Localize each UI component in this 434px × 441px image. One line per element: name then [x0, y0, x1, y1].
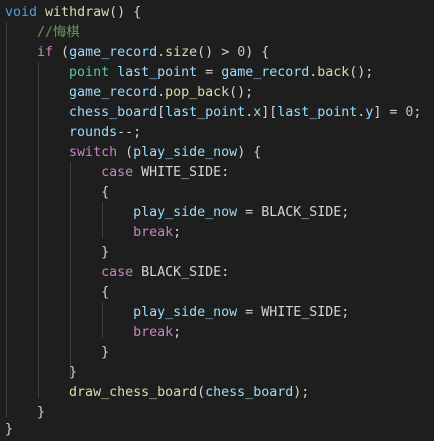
variable: play_side_now — [133, 305, 238, 320]
keyword: break — [133, 325, 174, 340]
punctuation: ( — [197, 385, 206, 400]
punctuation: . — [245, 105, 254, 120]
keyword: case — [101, 265, 134, 280]
variable: game_record — [221, 65, 310, 80]
code-line: rounds--; — [5, 123, 141, 143]
function-call: size — [165, 45, 198, 60]
comment: //悔棋 — [37, 25, 80, 40]
variable: rounds — [69, 125, 118, 140]
punctuation: ] = — [373, 105, 406, 120]
function-name: withdraw — [45, 5, 110, 20]
punctuation: ) { — [245, 45, 270, 60]
punctuation: ; — [341, 205, 350, 220]
code-line: break; — [5, 223, 181, 243]
punctuation: = — [237, 205, 262, 220]
code-line: } — [5, 343, 109, 363]
punctuation: (); — [229, 85, 254, 100]
punctuation: ; — [341, 305, 350, 320]
punctuation: ][ — [261, 105, 278, 120]
punctuation: . — [157, 85, 166, 100]
brace: } — [37, 405, 46, 420]
code-line: } — [5, 363, 77, 383]
keyword: void — [5, 5, 38, 20]
punctuation: = — [237, 305, 262, 320]
punctuation: --; — [117, 125, 142, 140]
keyword: case — [101, 165, 134, 180]
punctuation: (); — [349, 65, 374, 80]
code-line: chess_board[last_point.x][last_point.y] … — [5, 103, 421, 123]
brace: } — [101, 245, 110, 260]
variable: last_point — [277, 105, 358, 120]
code-line: { — [5, 183, 109, 203]
variable: chess_board — [69, 105, 158, 120]
punctuation: ( — [117, 145, 134, 160]
punctuation: ) { — [237, 145, 262, 160]
code-line: void withdraw() { — [5, 3, 141, 23]
code-line: case WHITE_SIDE: — [5, 163, 229, 183]
punctuation: ; — [173, 325, 182, 340]
code-line: if (game_record.size() > 0) { — [5, 43, 269, 63]
macro: WHITE_SIDE — [141, 165, 222, 180]
function-call: pop_back — [165, 85, 230, 100]
brace: } — [69, 365, 78, 380]
type-name: point — [69, 65, 110, 80]
keyword: if — [37, 45, 54, 60]
variable: game_record — [69, 85, 158, 100]
code-line: game_record.pop_back(); — [5, 83, 253, 103]
punctuation: : — [221, 165, 230, 180]
punctuation: . — [157, 45, 166, 60]
brace: } — [101, 345, 110, 360]
variable: last_point — [165, 105, 246, 120]
code-line: break; — [5, 323, 181, 343]
function-call: back — [317, 65, 350, 80]
keyword: switch — [69, 145, 118, 160]
code-editor[interactable]: void withdraw() { //悔棋 if (game_record.s… — [0, 0, 434, 441]
variable: play_side_now — [133, 145, 238, 160]
code-line: { — [5, 283, 109, 303]
macro: WHITE_SIDE — [261, 305, 342, 320]
punctuation: () > — [197, 45, 238, 60]
punctuation: () { — [109, 5, 142, 20]
code-line: case BLACK_SIDE: — [5, 263, 229, 283]
brace: { — [101, 185, 110, 200]
punctuation: ); — [293, 385, 310, 400]
code-line: //悔棋 — [5, 23, 80, 43]
code-line: play_side_now = WHITE_SIDE; — [5, 303, 349, 323]
code-line: } — [5, 420, 13, 440]
punctuation: ; — [413, 105, 422, 120]
variable: play_side_now — [133, 205, 238, 220]
function-call: draw_chess_board — [69, 385, 198, 400]
punctuation: ( — [53, 45, 70, 60]
brace: } — [5, 422, 14, 437]
code-line: } — [5, 243, 109, 263]
code-line: point last_point = game_record.back(); — [5, 63, 373, 83]
variable: chess_board — [205, 385, 294, 400]
punctuation: [ — [157, 105, 166, 120]
keyword: break — [133, 225, 174, 240]
macro: BLACK_SIDE — [261, 205, 342, 220]
variable: last_point — [117, 65, 198, 80]
code-line: switch (play_side_now) { — [5, 143, 261, 163]
code-line: play_side_now = BLACK_SIDE; — [5, 203, 349, 223]
code-line: draw_chess_board(chess_board); — [5, 383, 309, 403]
macro: BLACK_SIDE — [141, 265, 222, 280]
punctuation: : — [221, 265, 230, 280]
brace: { — [101, 285, 110, 300]
punctuation: = — [197, 65, 222, 80]
punctuation: ; — [173, 225, 182, 240]
variable: game_record — [69, 45, 158, 60]
